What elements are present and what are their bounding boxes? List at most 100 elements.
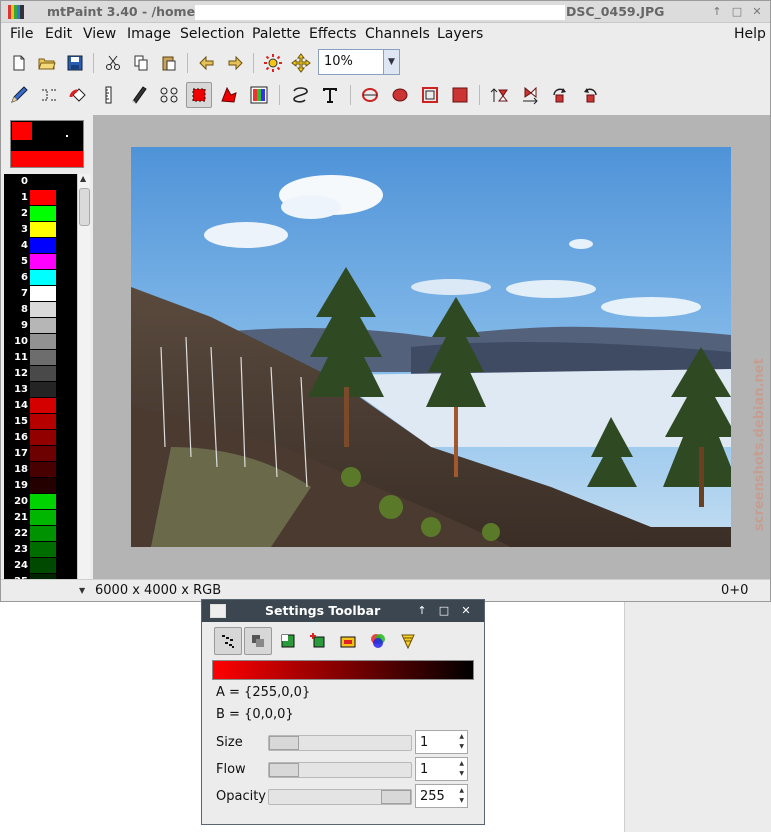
chevron-up-icon[interactable]: ▲ [80,174,86,183]
scroll-thumb[interactable] [79,188,90,226]
zoom-combo[interactable]: 10% ▼ [318,49,400,75]
menu-file[interactable]: File [10,26,33,42]
menu-edit[interactable]: Edit [45,26,72,42]
palette-color[interactable] [30,350,56,365]
color-a-swatch[interactable] [12,122,32,140]
menu-help[interactable]: Help [734,26,766,42]
canvas-area[interactable] [93,115,770,579]
save-icon[interactable] [62,50,88,76]
rectangle-filled-icon[interactable] [447,82,473,108]
select-rectangle-icon[interactable] [186,82,212,108]
palette-entry[interactable]: 6 [4,270,77,286]
palette-entry[interactable]: 13 [4,382,77,398]
palette-color[interactable] [30,478,56,493]
palette-color[interactable] [30,302,56,317]
flip-v-icon[interactable] [487,82,513,108]
palette-color[interactable] [30,222,56,237]
palette-color[interactable] [30,366,56,381]
select-polygon-icon[interactable] [216,82,242,108]
brightness-icon[interactable] [260,50,286,76]
smudge-icon[interactable] [126,82,152,108]
size-slider[interactable] [268,735,412,751]
menu-image[interactable]: Image [127,26,171,42]
raise-window-button[interactable]: ↑ [414,603,430,619]
palette-entry[interactable]: 22 [4,526,77,542]
rgb-mode-icon[interactable] [364,627,392,655]
palette-entry[interactable]: 23 [4,542,77,558]
spin-up-icon[interactable]: ▲ [459,787,464,794]
close-button[interactable]: ✕ [749,4,765,20]
menu-effects[interactable]: Effects [309,26,357,42]
raise-window-button[interactable]: ↑ [709,4,725,20]
ellipse-outline-icon[interactable] [357,82,383,108]
flow-spinner[interactable]: 1 ▲ ▼ [415,757,468,781]
spin-up-icon[interactable]: ▲ [459,733,464,740]
menu-layers[interactable]: Layers [437,26,483,42]
shuffle-icon[interactable] [36,82,62,108]
palette-entry[interactable]: 1 [4,190,77,206]
palette-color[interactable] [30,398,56,413]
palette-entry[interactable]: 20 [4,494,77,510]
palette-color[interactable] [30,206,56,221]
copy-icon[interactable] [128,50,154,76]
spin-down-icon[interactable]: ▼ [459,797,464,804]
size-spinner[interactable]: 1 ▲ ▼ [415,730,468,754]
clone-icon[interactable] [156,82,182,108]
menu-palette[interactable]: Palette [252,26,301,42]
paint-icon[interactable] [6,82,32,108]
flip-h-icon[interactable] [517,82,543,108]
palette-entry[interactable]: 16 [4,430,77,446]
palette-entry[interactable]: 10 [4,334,77,350]
cut-icon[interactable] [100,50,126,76]
new-icon[interactable] [6,50,32,76]
lasso-icon[interactable] [287,82,313,108]
palette-color[interactable] [30,270,56,285]
chevron-down-icon[interactable]: ▼ [79,586,85,595]
palette-entry[interactable]: 9 [4,318,77,334]
palette-color[interactable] [30,254,56,269]
slider-thumb[interactable] [381,790,411,804]
palette-entry[interactable]: 2 [4,206,77,222]
color-swatches[interactable] [10,120,84,168]
palette-color[interactable] [30,494,56,509]
close-button[interactable]: ✕ [458,603,474,619]
menu-selection[interactable]: Selection [180,26,245,42]
palette-color[interactable] [30,542,56,557]
pattern-swatch[interactable] [11,151,83,167]
palette-color[interactable] [30,382,56,397]
opacity-spinner[interactable]: 255 ▲ ▼ [415,784,468,808]
palette-entry[interactable]: 7 [4,286,77,302]
spin-down-icon[interactable]: ▼ [459,743,464,750]
palette-color[interactable] [30,238,56,253]
opacity-mode-icon[interactable] [244,627,272,655]
gradient-mode-icon[interactable] [394,627,422,655]
palette-entry[interactable]: 3 [4,222,77,238]
palette-entry[interactable]: 17 [4,446,77,462]
maximize-button[interactable]: □ [436,603,452,619]
rotate-ccw-icon[interactable] [577,82,603,108]
palette-color[interactable] [30,558,56,573]
open-icon[interactable] [34,50,60,76]
palette-entry[interactable]: 21 [4,510,77,526]
palette-color[interactable] [30,190,56,205]
undo-icon[interactable] [194,50,220,76]
palette-entry[interactable]: 12 [4,366,77,382]
maximize-button[interactable]: □ [729,4,745,20]
paste-icon[interactable] [156,50,182,76]
palette-entry[interactable]: 8 [4,302,77,318]
flow-slider[interactable] [268,762,412,778]
ellipse-filled-icon[interactable] [387,82,413,108]
palette-color[interactable] [30,318,56,333]
spin-down-icon[interactable]: ▼ [459,770,464,777]
rotate-cw-icon[interactable] [547,82,573,108]
spin-up-icon[interactable]: ▲ [459,760,464,767]
palette-entry[interactable]: 24 [4,558,77,574]
palette-color[interactable] [30,334,56,349]
palette-entry[interactable]: 15 [4,414,77,430]
settings-title-bar[interactable]: Settings Toolbar ↑ □ ✕ [202,600,484,622]
color-gradient-bar[interactable] [212,660,474,680]
menu-channels[interactable]: Channels [365,26,430,42]
palette-entry[interactable]: 18 [4,462,77,478]
pan-icon[interactable] [288,50,314,76]
palette-color[interactable] [30,446,56,461]
